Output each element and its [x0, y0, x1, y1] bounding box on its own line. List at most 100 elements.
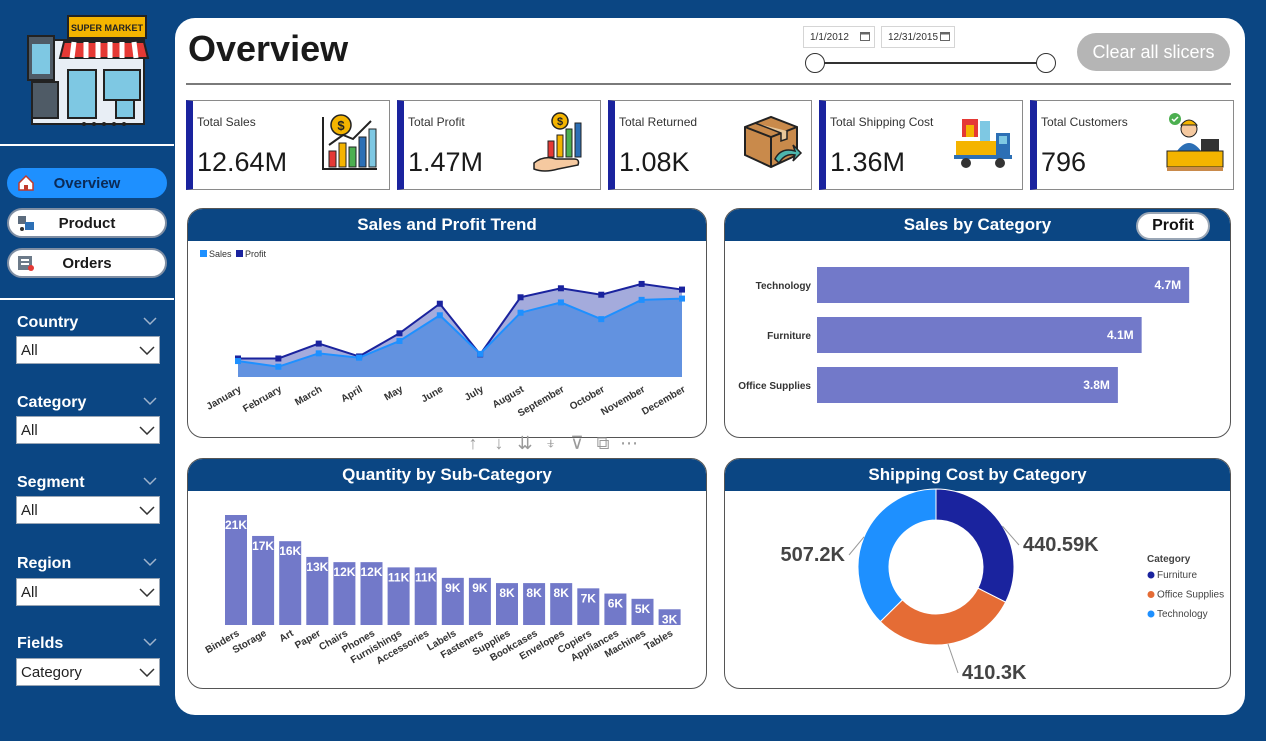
sales-point — [598, 316, 605, 323]
data-label: 21K — [225, 518, 247, 532]
calendar-icon — [860, 32, 870, 41]
legend-swatch — [200, 250, 207, 257]
sales-by-category-chart: Technology 4.7M Furniture 4.1M Office Suppli… — [738, 267, 1190, 403]
data-label: 3K — [662, 612, 678, 626]
profit-point — [517, 294, 524, 301]
visual-toolbar: ↑ ↓ ⇊ ⍖ ⊽ ⧉ ⋯ — [463, 432, 639, 454]
kpi-value: 12.64M — [197, 147, 288, 177]
chevron-down-icon[interactable] — [143, 476, 157, 486]
nav-overview-button[interactable]: Overview — [7, 168, 167, 198]
sales-profit-trend-panel: Sales and Profit Trend Sales Profit Januar… — [187, 208, 707, 438]
category-dropdown[interactable]: All — [16, 416, 160, 444]
y-tick-label: Technology — [756, 281, 812, 292]
legend-swatch — [1147, 610, 1155, 618]
expand-all-icon[interactable]: ⇊ — [515, 433, 535, 454]
sales-profit-trend-chart: Sales Profit JanuaryFebruary March April May J… — [200, 249, 688, 419]
expand-next-level-icon[interactable]: ⍖ — [541, 433, 561, 454]
sales-by-category-panel: Sales by Category Technology 4.7M Furnitur… — [724, 208, 1231, 438]
sales-point — [356, 354, 363, 361]
main-panel: Overview 1/1/2012 12/31/2015 Clear all s… — [175, 18, 1245, 715]
legend-label: Sales — [209, 249, 232, 259]
chevron-down-icon[interactable] — [143, 316, 157, 326]
x-tick-label: June — [420, 384, 446, 405]
drill-down-icon[interactable]: ↓ — [489, 433, 509, 454]
chevron-down-icon[interactable] — [143, 637, 157, 647]
sales-point — [679, 295, 685, 302]
donut-slice — [935, 488, 1015, 603]
y-tick-label: Furniture — [767, 331, 811, 342]
data-label: 440.59K — [1023, 534, 1099, 556]
fields-dropdown[interactable]: Category — [16, 658, 160, 686]
segment-dropdown[interactable]: All — [16, 496, 160, 524]
y-tick-label: Office Supplies — [738, 381, 811, 392]
sales-point — [275, 363, 282, 370]
chevron-down-icon — [139, 346, 155, 355]
quantity-by-subcategory-panel: Quantity by Sub-Category 21K Binders 17K St… — [187, 458, 707, 689]
slider-end-handle[interactable] — [1036, 53, 1056, 73]
legend-swatch — [1147, 571, 1155, 579]
sidebar: SUPER MARKET Overview Product Orders Cou… — [0, 0, 174, 741]
data-label: 6K — [608, 597, 624, 611]
region-slicer-label: Region — [17, 555, 72, 572]
calendar-icon — [940, 32, 950, 41]
focus-mode-icon[interactable]: ⧉ — [593, 433, 613, 454]
profit-toggle-button[interactable]: Profit — [1136, 212, 1210, 240]
sales-point — [517, 309, 524, 316]
data-label: 12K — [360, 565, 382, 579]
country-slicer-label: Country — [17, 314, 79, 331]
sales-point — [557, 299, 564, 306]
legend-title: Category — [1147, 554, 1191, 565]
profit-point — [557, 285, 564, 292]
sales-point — [638, 296, 645, 303]
legend-label: Technology — [1157, 609, 1208, 620]
sales-point — [477, 350, 484, 357]
profit-hand-icon: $ — [533, 112, 582, 172]
data-label: 507.2K — [781, 544, 846, 566]
data-label: 7K — [581, 591, 597, 605]
profit-point — [436, 300, 443, 307]
customer-desk-icon — [1166, 113, 1224, 171]
region-dropdown[interactable]: All — [16, 578, 160, 606]
chevron-down-icon[interactable] — [143, 396, 157, 406]
x-tick-label: December — [640, 384, 687, 418]
shipping-cost-by-category-panel: Shipping Cost by Category 440.59K 410.3K 5… — [724, 458, 1231, 689]
svg-text:$: $ — [557, 116, 563, 128]
sidebar-divider — [0, 144, 174, 146]
chevron-down-icon[interactable] — [143, 557, 157, 567]
date-range-slider[interactable] — [815, 62, 1047, 64]
sales-chart-icon: $ — [322, 114, 377, 170]
data-label: 16K — [279, 544, 301, 558]
category-dropdown-value: All — [21, 421, 38, 439]
data-label: 9K — [472, 581, 488, 595]
supermarket-logo: SUPER MARKET — [27, 15, 150, 126]
nav-label: Overview — [53, 174, 121, 192]
chevron-down-icon — [139, 426, 155, 435]
kpi-value: 796 — [1041, 147, 1087, 177]
nav-product-button[interactable]: Product — [7, 208, 167, 238]
nav-label: Orders — [62, 254, 112, 272]
kpi-label: Total Sales — [197, 115, 256, 129]
title-divider — [186, 83, 1231, 85]
slider-start-handle[interactable] — [805, 53, 825, 73]
legend-swatch — [236, 250, 243, 257]
filter-icon[interactable]: ⊽ — [567, 433, 587, 454]
start-date-input[interactable]: 1/1/2012 — [803, 26, 875, 48]
fields-dropdown-value: Category — [21, 663, 82, 681]
delivery-truck-icon — [954, 119, 1012, 168]
logo-text: SUPER MARKET — [71, 23, 144, 33]
drill-up-icon[interactable]: ↑ — [463, 433, 483, 454]
chevron-down-icon — [139, 668, 155, 677]
kpi-label: Total Shipping Cost — [830, 115, 934, 129]
country-dropdown[interactable]: All — [16, 336, 160, 364]
x-tick-label: April — [339, 384, 364, 405]
x-tick-label: November — [599, 384, 647, 418]
end-date-input[interactable]: 12/31/2015 — [881, 26, 955, 48]
profit-point — [679, 286, 685, 293]
nav-orders-button[interactable]: Orders — [7, 248, 167, 278]
end-date-value: 12/31/2015 — [888, 31, 939, 43]
clear-all-slicers-button[interactable]: Clear all slicers — [1077, 33, 1230, 71]
x-tick-label: July — [463, 384, 486, 404]
more-options-icon[interactable]: ⋯ — [619, 433, 639, 454]
kpi-total-profit: Total Profit 1.47M $ — [397, 100, 601, 190]
kpi-total-sales: Total Sales 12.64M $ — [186, 100, 390, 190]
